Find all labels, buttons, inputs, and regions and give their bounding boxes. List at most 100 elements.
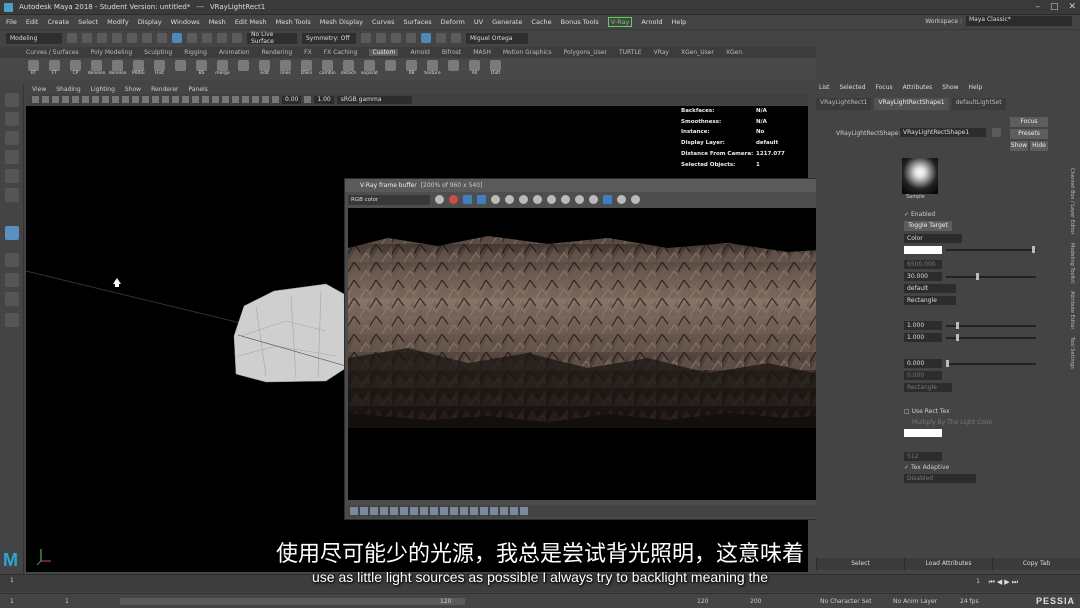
menu-mesh-tools[interactable]: Mesh Tools [276,18,311,26]
live-surface-field[interactable]: No Live Surface [247,31,297,45]
pause-icon[interactable] [451,33,461,43]
menu-bonus-tools[interactable]: Bonus Tools [561,18,599,26]
preview-field[interactable]: 0.000 [904,371,942,380]
shelf-button-outl[interactable]: Outl [488,60,503,80]
vfb-stamp-icon[interactable] [450,507,458,515]
film-gate-icon[interactable] [82,96,89,103]
scene-start-field[interactable]: 1 [10,598,14,605]
workspace-dropdown[interactable]: Maya Classic* [966,16,1072,26]
backface-icon[interactable] [262,96,269,103]
open-scene-icon[interactable] [82,33,92,43]
vfb-ocio-icon[interactable] [420,507,428,515]
focus-button[interactable]: Focus [1010,117,1048,127]
red-channel-icon[interactable] [449,195,458,204]
shelf-tab-fx-caching[interactable]: FX Caching [324,49,358,56]
shelf-tab-polygons-user[interactable]: Polygons_User [564,49,607,56]
save-scene-icon[interactable] [97,33,107,43]
menu-surfaces[interactable]: Surfaces [404,18,432,26]
enabled-checkbox[interactable]: ✓ Enabled [904,211,935,218]
vfb-options-icon[interactable] [470,507,478,515]
go-to-input-icon[interactable] [992,128,1001,137]
shelf-button-muke[interactable]: MUKE [131,60,146,80]
ae-menu-show[interactable]: Show [942,84,958,91]
clear-image-icon[interactable] [547,195,556,204]
viewport-menu-panels[interactable]: Panels [188,86,207,93]
shelf-button-hist[interactable]: Hist [152,60,167,80]
ae-tab-vraylightrect1[interactable]: VRayLightRect1 [816,98,872,110]
vfb-fit-icon[interactable] [520,507,528,515]
ambient-occlusion-icon[interactable] [202,96,209,103]
four-view-layout-icon[interactable] [5,253,19,267]
u-size-field[interactable]: 1.000 [904,321,942,330]
safe-action-icon[interactable] [122,96,129,103]
select-object-icon[interactable] [157,33,167,43]
blue-channel-icon[interactable] [477,195,486,204]
tex-adaptive-dropdown[interactable]: Disabled [904,474,976,483]
vfb-curve-icon[interactable] [400,507,408,515]
menu-cache[interactable]: Cache [531,18,551,26]
minimize-icon[interactable]: – [1035,2,1040,12]
exposure-field[interactable]: 0.00 [282,95,302,104]
shape-name-field[interactable]: VRayLightRectShape1 [900,128,986,137]
shelf-tab-custom[interactable]: Custom [369,49,399,56]
shadows-icon[interactable] [192,96,199,103]
side-tab-tool-settings[interactable]: Tool Settings [1069,337,1075,369]
shelf-button-denoise-2[interactable]: denoise [109,60,126,80]
rock-mesh[interactable] [233,283,347,383]
u-size-slider-knob[interactable] [956,322,959,329]
intensity-field[interactable]: 30.000 [904,272,942,281]
menu-mesh[interactable]: Mesh [209,18,226,26]
shelf-button-bs[interactable]: BS [194,60,209,80]
shelf-button-merge[interactable]: merge [215,60,230,80]
viewport-menu-shading[interactable]: Shading [56,86,80,93]
gate-mask-icon[interactable] [102,96,109,103]
play-icon[interactable] [436,33,446,43]
shelf-tab-mash[interactable]: MASH [473,49,491,56]
lights-icon[interactable] [182,96,189,103]
shelf-button-blank-2[interactable] [236,60,251,80]
resolution-gate-icon[interactable] [92,96,99,103]
menu-create[interactable]: Create [47,18,69,26]
shelf-button-denoise-1[interactable]: denoise [88,60,105,80]
light-locator-icon[interactable] [113,278,121,287]
v-size-field[interactable]: 1.000 [904,333,942,342]
vfb-b-icon[interactable] [490,507,498,515]
units-dropdown[interactable]: default [904,284,956,293]
shelf-button-all[interactable]: All [467,60,482,80]
shape-dropdown[interactable]: Rectangle [904,296,956,305]
link-to-vfb-icon[interactable] [603,195,612,204]
shelf-tab-arnold[interactable]: Arnold [410,49,429,56]
select-tool-icon[interactable] [5,93,19,107]
track-mouse-icon[interactable] [575,195,584,204]
construction-history-icon[interactable] [361,33,371,43]
menu-windows[interactable]: Windows [171,18,200,26]
side-tab-attribute-editor[interactable]: Attribute Editor [1069,291,1075,329]
menu-edit-mesh[interactable]: Edit Mesh [235,18,267,26]
shelf-tab-bifrost[interactable]: Bifrost [442,49,461,56]
paint-select-icon[interactable] [5,131,19,145]
render-frame-icon[interactable] [391,33,401,43]
v-size-slider-knob[interactable] [956,334,959,341]
wireframe-icon[interactable] [142,96,149,103]
shelf-button-ft[interactable]: FT [47,60,62,80]
shelf-tab-curves-surfaces[interactable]: Curves / Surfaces [26,49,79,56]
light-color-swatch[interactable] [904,246,942,254]
field-chart-icon[interactable] [112,96,119,103]
mode-dropdown[interactable]: Modeling [6,32,62,44]
snap-grid-icon[interactable] [187,33,197,43]
render-view-icon[interactable] [376,33,386,43]
shelf-tab-rigging[interactable]: Rigging [184,49,207,56]
shelf-button-lines[interactable]: lines [278,60,293,80]
vfb-history-icon[interactable] [350,507,358,515]
anim-layer-dropdown[interactable]: No Anim Layer [893,598,937,605]
list-layout-icon[interactable] [5,313,19,327]
move-tool-icon[interactable] [5,150,19,164]
alpha-channel-icon[interactable] [491,195,500,204]
shelf-button-dslin[interactable]: DSlin [299,60,314,80]
single-perspective-layout-icon[interactable] [5,226,19,240]
wireframe-on-shaded-icon[interactable] [162,96,169,103]
grid-icon[interactable] [72,96,79,103]
gamma-field[interactable]: 1.00 [314,95,334,104]
menu-deform[interactable]: Deform [441,18,465,26]
menu-mesh-display[interactable]: Mesh Display [320,18,363,26]
